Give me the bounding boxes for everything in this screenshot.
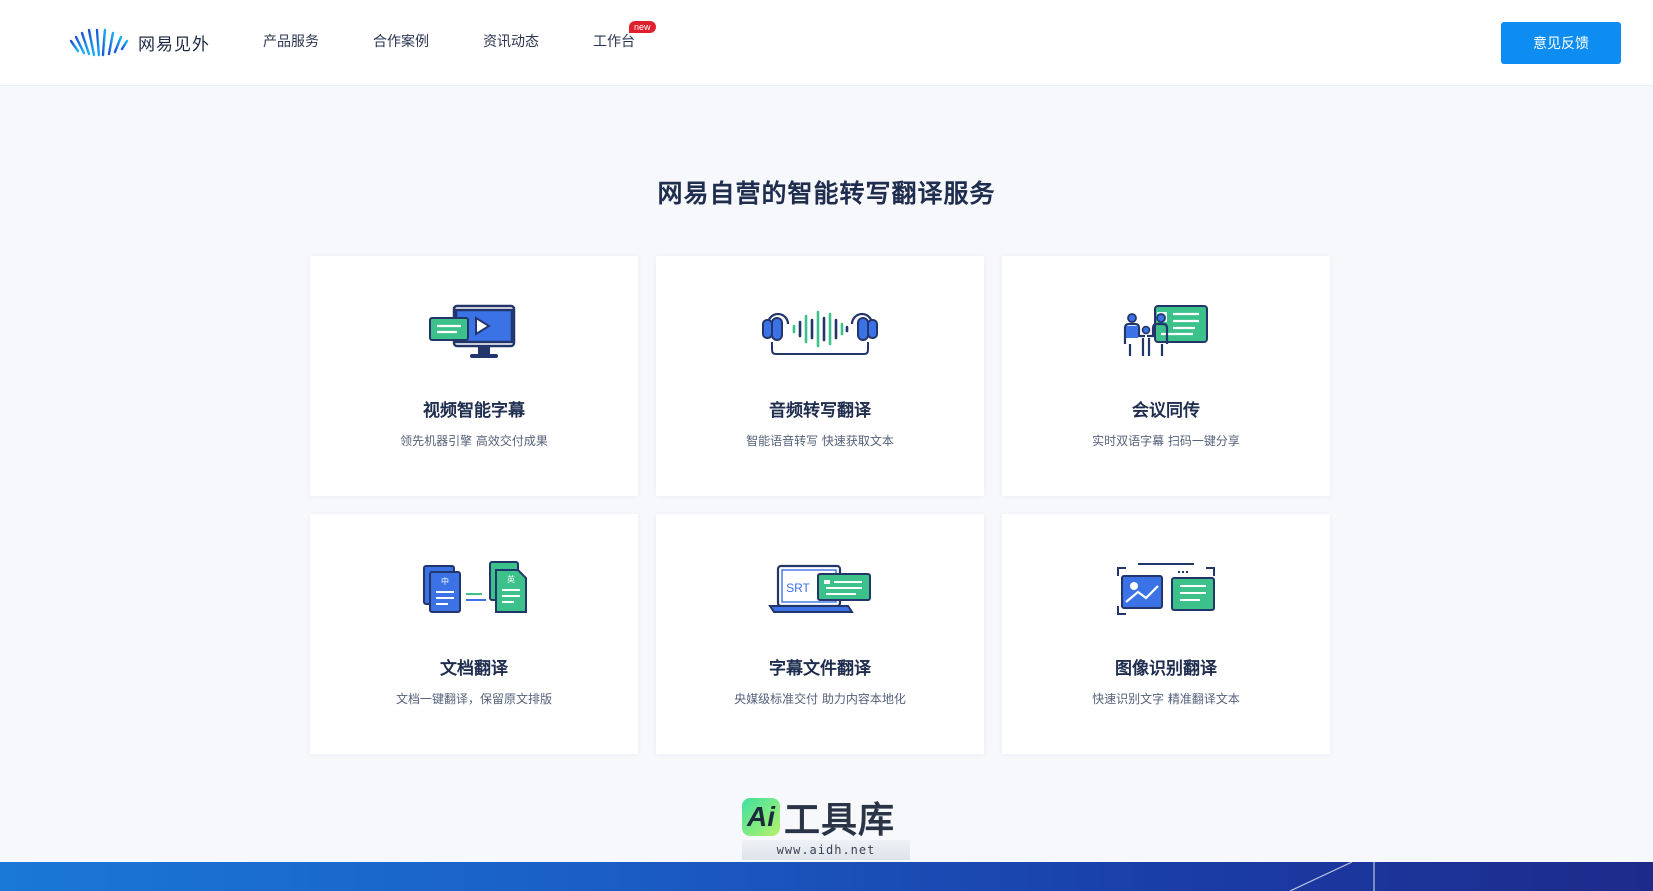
- srt-label: SRT: [786, 581, 810, 595]
- card-subtitle: 快速识别文字 精准翻译文本: [1092, 692, 1240, 706]
- card-title: 文档翻译: [440, 659, 508, 679]
- nav-item-products[interactable]: 产品服务: [263, 30, 319, 54]
- service-card-subtitle-file[interactable]: SRT 字幕文件翻译 央媒级标准交付 助力内容本地化: [656, 514, 984, 754]
- image-recognition-icon: [1002, 558, 1330, 622]
- card-title: 会议同传: [1132, 401, 1200, 421]
- nav-item-workbench-label: 工作台: [593, 34, 635, 50]
- nav-item-cases[interactable]: 合作案例: [373, 30, 429, 54]
- watermark-ai-badge: Ai: [742, 798, 780, 836]
- doc-target-label: 英: [507, 574, 515, 584]
- card-subtitle: 领先机器引擎 高效交付成果: [400, 434, 548, 448]
- doc-source-label: 中: [441, 576, 449, 586]
- service-card-image-recognition[interactable]: 图像识别翻译 快速识别文字 精准翻译文本: [1002, 514, 1330, 754]
- card-title: 视频智能字幕: [423, 401, 525, 421]
- nav-item-news[interactable]: 资讯动态: [483, 30, 539, 54]
- card-subtitle: 央媒级标准交付 助力内容本地化: [734, 692, 906, 706]
- meeting-interpret-icon: [1002, 300, 1330, 364]
- watermark-logo: Ai 工具库 www.aidh.net: [742, 796, 910, 862]
- card-title: 音频转写翻译: [769, 401, 871, 421]
- new-badge: new: [629, 21, 656, 33]
- service-card-meeting[interactable]: 会议同传 实时双语字幕 扫码一键分享: [1002, 256, 1330, 496]
- service-card-video[interactable]: 视频智能字幕 领先机器引擎 高效交付成果: [310, 256, 638, 496]
- watermark-url: www.aidh.net: [742, 840, 910, 860]
- logo-text: 网易见外: [138, 34, 210, 55]
- card-subtitle: 智能语音转写 快速获取文本: [746, 434, 894, 448]
- video-subtitle-icon: [310, 300, 638, 364]
- top-header: 网易见外 产品服务 合作案例 资讯动态 工作台 new 意见反馈: [0, 0, 1653, 86]
- logo[interactable]: 网易见外: [68, 26, 210, 58]
- document-translate-icon: 中 英: [310, 558, 638, 622]
- feedback-button[interactable]: 意见反馈: [1501, 22, 1621, 64]
- section-title: 网易自营的智能转写翻译服务: [657, 179, 996, 208]
- audio-transcribe-icon: [656, 300, 984, 364]
- service-card-audio[interactable]: 音频转写翻译 智能语音转写 快速获取文本: [656, 256, 984, 496]
- logo-wave-icon: [69, 28, 129, 57]
- card-subtitle: 实时双语字幕 扫码一键分享: [1092, 434, 1240, 448]
- watermark-name: 工具库: [784, 800, 896, 841]
- card-title: 图像识别翻译: [1115, 659, 1217, 679]
- card-subtitle: 文档一键翻译，保留原文排版: [395, 692, 552, 706]
- main-nav: 产品服务 合作案例 资讯动态 工作台 new: [263, 21, 689, 54]
- card-title: 字幕文件翻译: [769, 659, 871, 679]
- subtitle-file-icon: SRT: [656, 558, 984, 622]
- footer-banner: [0, 862, 1653, 891]
- service-card-document[interactable]: 中 英 文档翻译 文档一键翻译，保留原文排版: [310, 514, 638, 754]
- nav-item-workbench[interactable]: 工作台 new: [593, 21, 656, 54]
- footer-decoration-icon: [1289, 862, 1375, 891]
